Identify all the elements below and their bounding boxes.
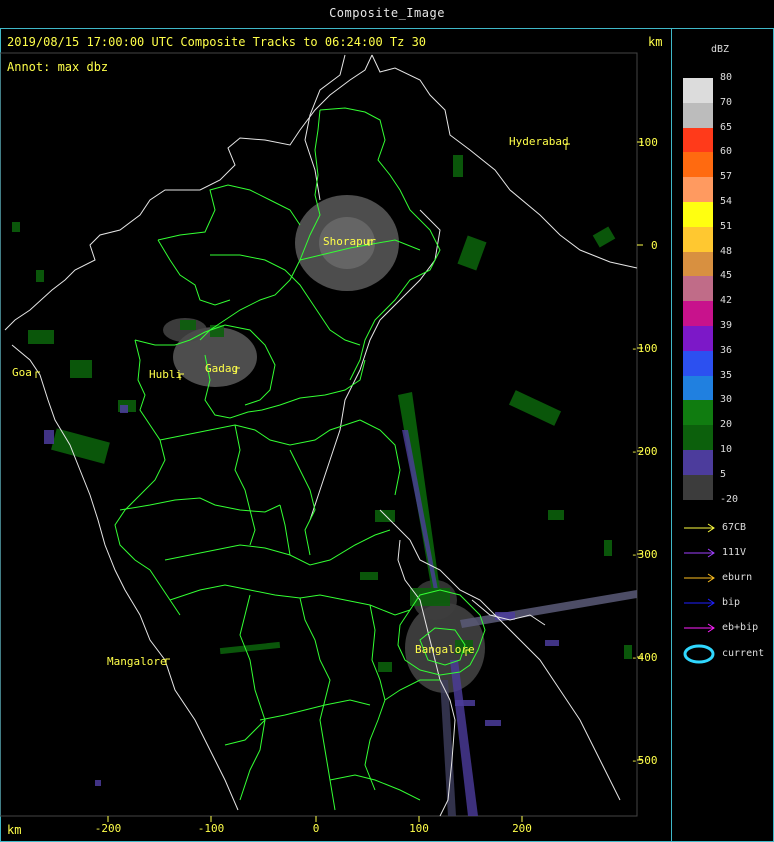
dbz-swatch [683, 177, 713, 203]
track-arrows [683, 523, 715, 664]
dbz-label: 60 [720, 146, 733, 158]
echo-spoke-east [460, 590, 637, 628]
city-label-mangalore[interactable]: Mangalore [107, 655, 167, 668]
dbz-swatch [683, 350, 713, 376]
x-tick-label: -100 [197, 822, 225, 835]
legend-title: dBZ [711, 44, 730, 55]
y-tick-label: -100 [631, 342, 658, 355]
dbz-swatch [683, 375, 713, 401]
dbz-label: 39 [720, 320, 733, 331]
y-tick-label: -300 [631, 548, 658, 561]
city-label-bangalore[interactable]: Bangalore [415, 643, 475, 656]
km-label-top: km [648, 35, 663, 49]
y-tick-label: -500 [631, 754, 658, 767]
y-tick-label: 0 [651, 239, 658, 252]
dbz-label: 45 [720, 270, 733, 282]
x-tick-label: 100 [409, 822, 429, 835]
x-tick-label: -200 [94, 822, 122, 835]
dbz-label: 36 [720, 344, 733, 356]
dbz-swatch [683, 301, 713, 327]
dbz-label: 42 [720, 295, 733, 307]
dbz-label: -20 [720, 493, 739, 505]
x-tick-label: 0 [312, 822, 320, 835]
radar-map[interactable] [0, 0, 774, 842]
dbz-swatch [683, 425, 713, 451]
dbz-swatch [683, 276, 713, 302]
track-label-eb-bip: eb+bip [722, 622, 759, 633]
dbz-swatch [683, 102, 713, 128]
track-label-eburn: eburn [722, 572, 753, 583]
track-label-111v: 111V [722, 547, 747, 558]
y-tick-label: -400 [631, 651, 658, 664]
city-label-hyderabad[interactable]: Hyderabad [509, 135, 569, 148]
dbz-swatch [683, 202, 713, 227]
city-label-hubli[interactable]: Hubli [149, 368, 182, 381]
dbz-label: 30 [720, 394, 733, 406]
district-lines [114, 107, 486, 811]
dbz-label: 57 [720, 171, 733, 183]
city-label-gadag[interactable]: Gadag [205, 362, 238, 375]
dbz-swatch [683, 251, 713, 277]
dbz-label: 70 [720, 96, 733, 108]
track-label-67cb: 67CB [722, 522, 747, 533]
dbz-swatch [683, 226, 713, 252]
y-tick-label: -200 [631, 445, 658, 458]
dbz-label: 48 [720, 245, 733, 257]
city-label-shorapur[interactable]: Shorapur [323, 235, 376, 248]
dbz-label: 35 [720, 369, 733, 381]
dbz-swatch [683, 78, 713, 103]
city-label-goa[interactable]: Goa [12, 366, 32, 379]
km-label-bottom: km [7, 823, 22, 837]
annot-line: Annot: max dbz [7, 60, 109, 74]
dbz-swatch [683, 400, 713, 426]
dbz-label: 65 [720, 121, 733, 133]
y-tick-label: 100 [638, 136, 658, 149]
dbz-label: 10 [720, 444, 733, 455]
dbz-swatch [683, 127, 713, 153]
dbz-label: 20 [720, 419, 733, 431]
dbz-swatch [683, 326, 713, 351]
dbz-label: 80 [720, 72, 733, 83]
track-label-bip: bip [722, 597, 741, 608]
track-label-current: current [722, 648, 765, 659]
header-line: 2019/08/15 17:00:00 UTC Composite Tracks… [7, 35, 427, 49]
plot-border [0, 52, 638, 817]
dbz-swatch [683, 450, 713, 475]
dbz-label: 51 [720, 220, 733, 232]
dbz-swatch [683, 152, 713, 178]
dbz-label: 54 [720, 196, 733, 207]
dbz-label: 5 [720, 468, 727, 480]
x-tick-label: 200 [512, 822, 532, 835]
dbz-swatch [683, 474, 713, 500]
